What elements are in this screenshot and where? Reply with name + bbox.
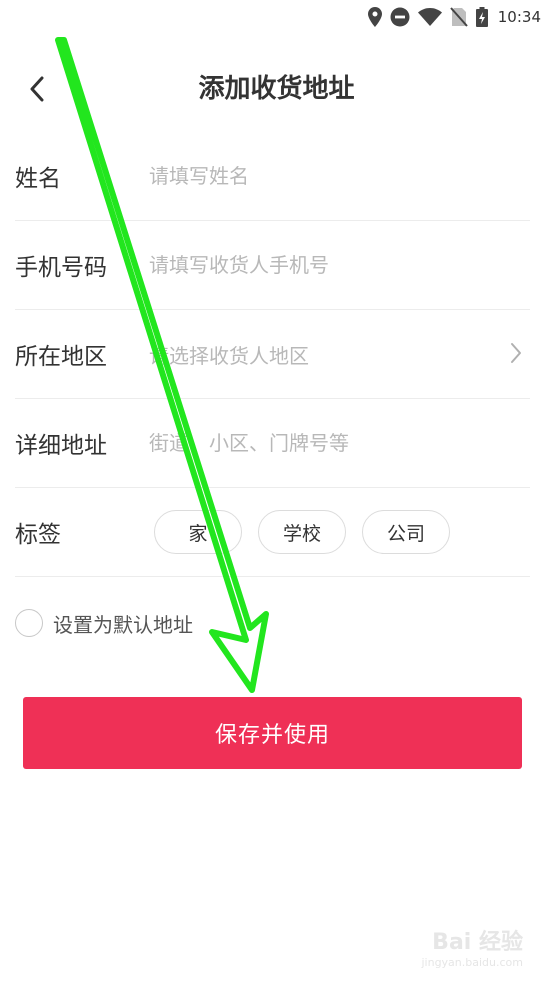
tag-options: 家 学校 公司 (149, 510, 530, 554)
tags-row: 标签 家 学校 公司 (15, 488, 530, 577)
phone-input[interactable] (149, 253, 530, 277)
chevron-right-icon (511, 343, 521, 363)
tag-home[interactable]: 家 (154, 510, 242, 554)
dnd-icon (390, 7, 410, 27)
tags-label: 标签 (15, 522, 61, 548)
back-button[interactable] (20, 72, 54, 106)
name-label: 姓名 (15, 166, 61, 192)
default-address-label: 设置为默认地址 (53, 612, 193, 637)
wifi-icon (417, 8, 442, 26)
region-row[interactable]: 所在地区 请选择收货人地区 (15, 310, 530, 399)
tag-company[interactable]: 公司 (362, 510, 450, 554)
phone-label: 手机号码 (15, 255, 107, 281)
location-icon (367, 7, 382, 27)
status-bar: 10:34 (0, 0, 553, 34)
tag-school[interactable]: 学校 (258, 510, 346, 554)
save-and-use-button[interactable]: 保存并使用 (23, 697, 522, 769)
watermark-sub: jingyan.baidu.com (421, 956, 523, 969)
status-time: 10:34 (497, 8, 541, 26)
region-select[interactable]: 请选择收货人地区 (149, 340, 530, 369)
default-address-toggle[interactable]: 设置为默认地址 (15, 604, 193, 642)
baidu-jingyan-watermark: Bai 经验 jingyan.baidu.com (421, 924, 523, 969)
header: 添加收货地址 (0, 60, 553, 120)
detail-address-input[interactable] (149, 431, 530, 455)
region-label: 所在地区 (15, 344, 107, 370)
watermark-text: Bai 经验 (432, 930, 523, 955)
name-row: 姓名 (15, 132, 530, 221)
address-form: 姓名 手机号码 所在地区 请选择收货人地区 详细地址 标签 家 学校 公司 (15, 132, 530, 577)
status-icons: 10:34 (367, 5, 541, 29)
detail-label: 详细地址 (15, 433, 107, 459)
default-address-radio[interactable] (15, 609, 43, 637)
chevron-left-icon (30, 76, 44, 102)
detail-row: 详细地址 (15, 399, 530, 488)
page-title: 添加收货地址 (198, 74, 355, 104)
battery-charging-icon (475, 7, 488, 27)
name-input[interactable] (149, 164, 530, 188)
phone-row: 手机号码 (15, 221, 530, 310)
no-sim-icon (450, 7, 468, 27)
